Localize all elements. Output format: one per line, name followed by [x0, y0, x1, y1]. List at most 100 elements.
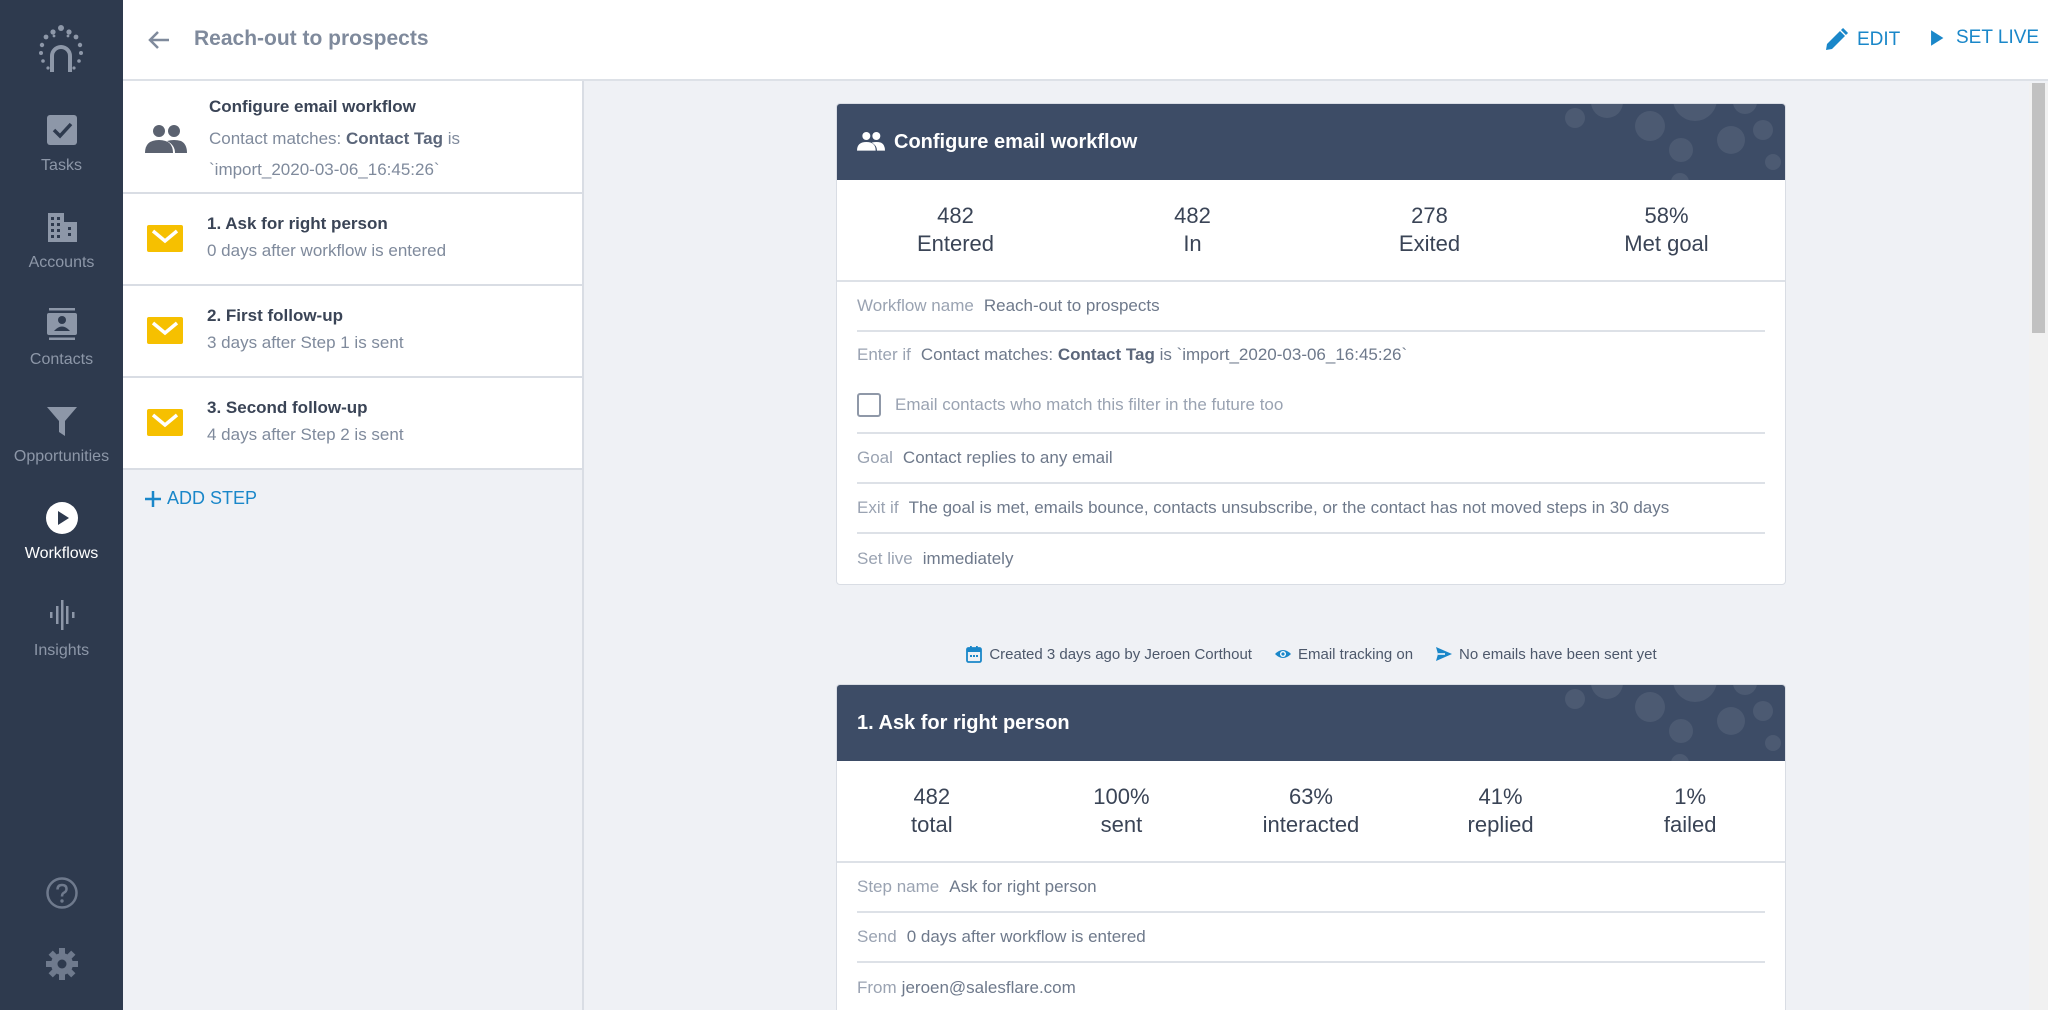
filter-prefix: Contact matches:: [209, 129, 342, 148]
field-label: Step name: [857, 877, 940, 896]
stat-value: 41%: [1478, 784, 1523, 809]
plus-icon: [145, 490, 161, 507]
stat-entered: 482 Entered: [837, 202, 1074, 258]
play-icon: [1931, 30, 1944, 46]
field-label: From: [857, 978, 897, 997]
meta-sent-text: No emails have been sent yet: [1459, 645, 1657, 663]
scrollbar-thumb[interactable]: [2032, 83, 2045, 333]
stat-label: Met goal: [1624, 231, 1709, 256]
field-workflow-name: Workflow name Reach-out to prospects: [857, 282, 1765, 332]
field-value: jeroen@salesflare.com: [901, 978, 1076, 997]
stat-label: interacted: [1262, 812, 1360, 837]
stat-failed: 1% failed: [1595, 783, 1785, 839]
envelope-icon: [147, 409, 183, 436]
stat-value: 1%: [1674, 784, 1707, 809]
stat-value: 58%: [1644, 203, 1689, 228]
step-title: 2. First follow-up: [207, 306, 343, 325]
nav-label: Contacts: [29, 351, 94, 368]
card-title: 1. Ask for right person: [857, 711, 1070, 734]
field-step-name: Step name Ask for right person: [857, 863, 1765, 913]
field-goal: Goal Contact replies to any email: [857, 434, 1765, 484]
nav-item-contacts[interactable]: Contacts: [0, 307, 123, 397]
field-send: Send 0 days after workflow is entered: [857, 913, 1765, 963]
edit-button[interactable]: EDIT: [1823, 27, 1900, 53]
meta-tracking-text: Email tracking on: [1297, 645, 1414, 663]
nav-label: Opportunities: [13, 448, 110, 465]
step-item-2[interactable]: 2. First follow-up 3 days after Step 1 i…: [123, 286, 582, 378]
workflow-meta: Created 3 days ago by Jeroen Corthout Em…: [836, 645, 1786, 663]
gear-icon: [45, 948, 78, 980]
add-step-label: ADD STEP: [167, 488, 258, 508]
enter-rest: is `import_2020-03-06_16:45:26`: [1159, 345, 1408, 364]
step-item-3[interactable]: 3. Second follow-up 4 days after Step 2 …: [123, 378, 582, 470]
workflow-stats: 482 Entered 482 In 278 Exited 58% Met goal: [837, 180, 1785, 282]
main-scrollbar[interactable]: [2029, 83, 2048, 1010]
nav-item-opportunities[interactable]: Opportunities: [0, 404, 123, 494]
help-button[interactable]: [0, 876, 123, 915]
stat-label: Exited: [1398, 231, 1461, 256]
field-label: Set live: [857, 549, 913, 568]
meta-created-text: Created 3 days ago by Jeroen Corthout: [989, 645, 1252, 663]
edit-label: EDIT: [1857, 29, 1901, 50]
field-label: Workflow name: [857, 296, 974, 315]
check-square-icon: [46, 115, 77, 145]
stat-label: failed: [1663, 812, 1717, 837]
step-subtitle: 3 days after Step 1 is sent: [207, 333, 404, 352]
meta-created: Created 3 days ago by Jeroen Corthout: [965, 645, 1252, 663]
card-header: 1. Ask for right person: [837, 685, 1785, 761]
set-live-button[interactable]: SET LIVE: [1928, 27, 2039, 49]
field-value: The goal is met, emails bounce, contacts…: [908, 498, 1670, 517]
add-step-button[interactable]: ADD STEP: [143, 488, 257, 509]
workflow-config-item[interactable]: Configure email workflow Contact matches…: [123, 81, 582, 194]
nav-item-tasks[interactable]: Tasks: [0, 113, 123, 203]
nav-label: Accounts: [28, 254, 95, 271]
field-label: Send: [857, 927, 897, 946]
settings-button[interactable]: [0, 947, 123, 986]
stat-value: 482: [1174, 203, 1211, 228]
people-icon: [145, 125, 187, 153]
step-item-1[interactable]: 1. Ask for right person 0 days after wor…: [123, 194, 582, 286]
stat-label: replied: [1467, 812, 1534, 837]
field-label: Goal: [857, 448, 893, 467]
eye-icon: [1274, 650, 1291, 658]
field-value: Reach-out to prospects: [983, 296, 1160, 315]
field-from: From jeroen@salesflare.com: [857, 963, 1765, 1010]
stat-label: Entered: [916, 231, 995, 256]
config-title: Configure email workflow: [209, 97, 416, 116]
envelope-icon: [147, 317, 183, 344]
bubble-decoration: [1565, 104, 1781, 180]
card-title: Configure email workflow: [894, 130, 1138, 153]
config-filter: Contact matches: Contact Tag is `import_…: [209, 123, 569, 185]
field-value: Contact matches: Contact Tag is `import_…: [921, 345, 1407, 365]
main-nav: Tasks Accounts Contacts Opportunities Wo…: [0, 0, 123, 1010]
nav-label: Workflows: [24, 545, 99, 562]
nav-item-insights[interactable]: Insights: [0, 598, 123, 688]
waveform-icon: [49, 600, 74, 630]
stat-value: 63%: [1288, 784, 1333, 809]
stat-interacted: 63% interacted: [1216, 783, 1406, 839]
step-subtitle: 0 days after workflow is entered: [207, 241, 447, 260]
salesflare-logo[interactable]: [32, 22, 90, 80]
building-icon: [47, 213, 77, 242]
stat-label: total: [911, 812, 953, 837]
card-header: Configure email workflow: [837, 104, 1785, 180]
future-contacts-option: Email contacts who match this filter in …: [857, 378, 1765, 434]
envelope-icon: [147, 225, 183, 252]
set-live-label: SET LIVE: [1956, 27, 2040, 48]
enter-field: Contact Tag: [1057, 345, 1155, 364]
funnel-icon: [46, 407, 77, 436]
calendar-icon: [966, 646, 983, 663]
stat-met-goal: 58% Met goal: [1548, 202, 1785, 258]
stat-replied: 41% replied: [1406, 783, 1596, 839]
field-value: Ask for right person: [949, 877, 1097, 896]
nav-item-accounts[interactable]: Accounts: [0, 210, 123, 300]
nav-label: Tasks: [41, 157, 82, 174]
stat-value: 100%: [1093, 784, 1150, 809]
nav-item-workflows[interactable]: Workflows: [0, 501, 123, 591]
field-enter-if: Enter if Contact matches: Contact Tag is…: [857, 332, 1765, 378]
steps-panel: Configure email workflow Contact matches…: [123, 81, 584, 1010]
send-icon: [1436, 647, 1453, 661]
stat-label: In: [1183, 231, 1202, 256]
back-arrow-icon[interactable]: [145, 26, 173, 54]
future-contacts-checkbox[interactable]: [857, 393, 881, 417]
